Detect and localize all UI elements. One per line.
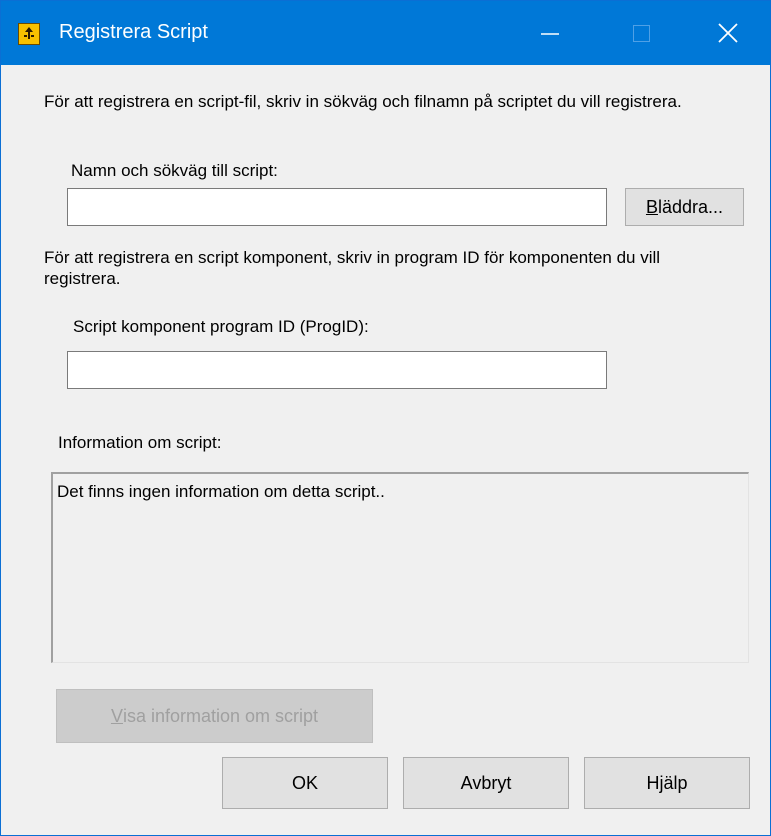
progid-input[interactable] bbox=[67, 351, 607, 389]
title-bar[interactable]: Registrera Script bbox=[1, 1, 770, 65]
show-info-label: isa information om script bbox=[122, 706, 319, 726]
script-info-label: Information om script: bbox=[58, 433, 222, 452]
component-instructions: För att registrera en script komponent, … bbox=[44, 248, 661, 288]
browse-button[interactable]: Bläddra... bbox=[625, 188, 744, 226]
maximize-icon bbox=[633, 25, 650, 42]
ok-button[interactable]: OK bbox=[222, 757, 388, 809]
browse-accel: B bbox=[645, 197, 658, 217]
script-path-label: Namn och sökväg till script: bbox=[71, 161, 278, 180]
cancel-button[interactable]: Avbryt bbox=[403, 757, 569, 809]
help-label: Hjälp bbox=[646, 773, 688, 793]
ok-label: OK bbox=[291, 773, 318, 793]
window-title: Registrera Script bbox=[59, 21, 208, 43]
help-button[interactable]: Hjälp bbox=[584, 757, 750, 809]
show-info-button[interactable]: Visa information om script bbox=[56, 689, 373, 743]
progid-label: Script komponent program ID (ProgID): bbox=[73, 317, 369, 336]
close-icon bbox=[718, 23, 738, 43]
script-info-box: Det finns ingen information om detta scr… bbox=[51, 472, 749, 663]
script-path-input[interactable] bbox=[67, 188, 607, 226]
browse-label: läddra... bbox=[657, 197, 724, 217]
script-file-instructions: För att registrera en script-fil, skriv … bbox=[44, 92, 682, 111]
script-info-text: Det finns ingen information om detta scr… bbox=[57, 482, 385, 501]
close-button[interactable] bbox=[678, 1, 770, 65]
show-info-accel: V bbox=[110, 706, 123, 726]
minimize-icon bbox=[541, 33, 559, 35]
script-icon bbox=[18, 23, 40, 45]
maximize-button[interactable] bbox=[596, 1, 688, 65]
cancel-label: Avbryt bbox=[460, 773, 512, 793]
minimize-button[interactable] bbox=[504, 1, 596, 65]
register-script-dialog: Registrera Script För att registrera en … bbox=[0, 0, 771, 836]
